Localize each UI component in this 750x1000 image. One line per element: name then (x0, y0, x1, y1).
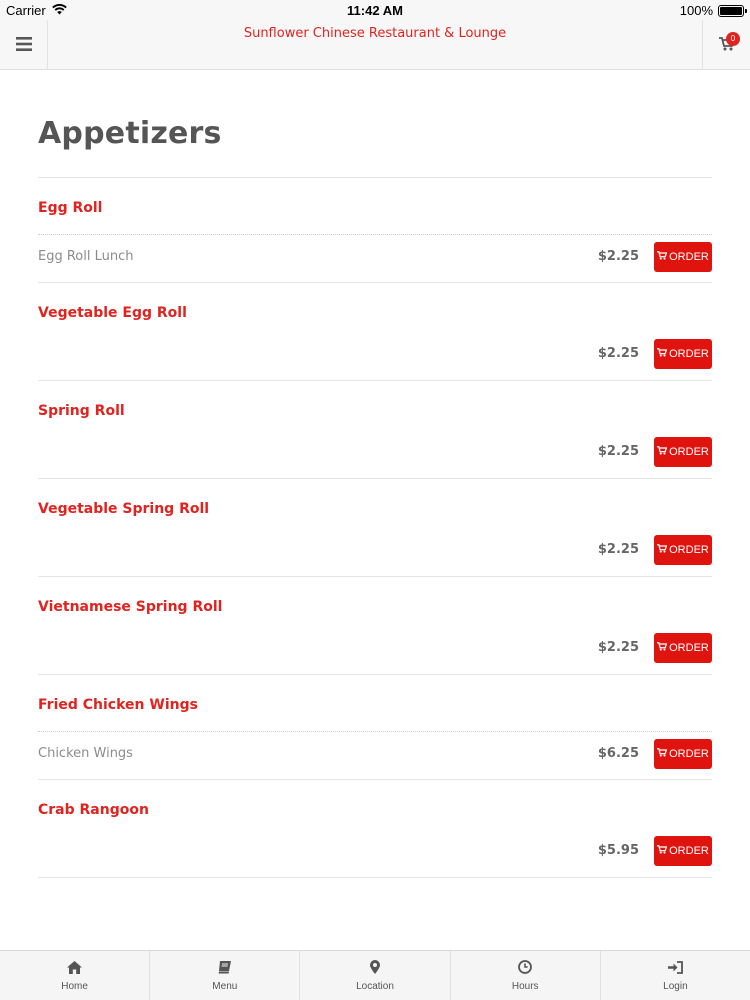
option-price: $6.25 (597, 746, 639, 761)
order-button[interactable]: ORDER (654, 339, 712, 369)
cart-icon (657, 748, 668, 760)
sign-in-icon (667, 959, 683, 978)
tab-bar: Home Menu Location Hours Login (0, 950, 750, 1000)
order-button-label: ORDER (669, 642, 709, 654)
tab-label-location: Location (356, 981, 394, 992)
cart-icon (657, 348, 668, 360)
status-time: 11:42 AM (347, 3, 403, 18)
cart-icon (657, 251, 668, 263)
order-button-label: ORDER (669, 748, 709, 760)
nav-bar: Sunflower Chinese Restaurant & Lounge 0 (0, 20, 750, 70)
order-button[interactable]: ORDER (654, 633, 712, 663)
cart-icon (657, 845, 668, 857)
option-price: $2.25 (597, 444, 639, 459)
battery-icon (718, 4, 747, 17)
battery-fill (720, 6, 742, 15)
order-button[interactable]: ORDER (654, 739, 712, 769)
tab-location[interactable]: Location (300, 951, 451, 1000)
menu-item-option-row: $2.25 ORDER (38, 430, 712, 478)
clock-icon (518, 959, 533, 978)
menu-item-option-row: $5.95 ORDER (38, 829, 712, 877)
order-button[interactable]: ORDER (654, 242, 712, 272)
option-price: $2.25 (597, 542, 639, 557)
menu-item-name[interactable]: Vegetable Egg Roll (38, 283, 712, 332)
cart-count-badge: 0 (726, 32, 740, 46)
menu-item: Spring Roll $2.25 ORDER (38, 381, 712, 479)
restaurant-title: Sunflower Chinese Restaurant & Lounge (243, 26, 507, 41)
battery-percent: 100% (679, 3, 713, 18)
option-price: $5.95 (597, 843, 639, 858)
option-price: $2.25 (597, 640, 639, 655)
tab-label-login: Login (663, 981, 688, 992)
menu-item-name[interactable]: Spring Roll (38, 381, 712, 430)
status-right: 100% (679, 3, 747, 18)
option-price: $2.25 (597, 249, 639, 264)
menu-item: Vegetable Spring Roll $2.25 ORDER (38, 479, 712, 577)
menu-item: Vegetable Egg Roll $2.25 ORDER (38, 283, 712, 381)
order-button-label: ORDER (669, 446, 709, 458)
order-button-label: ORDER (669, 251, 709, 263)
menu-item-name[interactable]: Vegetable Spring Roll (38, 479, 712, 528)
tab-home[interactable]: Home (0, 951, 151, 1000)
menu-item: Crab Rangoon $5.95 ORDER (38, 780, 712, 878)
menu-item-name[interactable]: Egg Roll (38, 178, 712, 234)
order-button[interactable]: ORDER (654, 836, 712, 866)
menu-item: Fried Chicken Wings Chicken Wings $6.25 ORD… (38, 675, 712, 780)
tab-menu[interactable]: Menu (150, 951, 301, 1000)
tab-hours[interactable]: Hours (451, 951, 601, 1000)
menu-item-option-row: $2.25 ORDER (38, 626, 712, 674)
tab-login[interactable]: Login (601, 951, 750, 1000)
order-button[interactable]: ORDER (654, 535, 712, 565)
cart-icon (657, 642, 668, 654)
order-button-label: ORDER (669, 845, 709, 857)
cart-icon (657, 544, 668, 556)
tab-label-menu: Menu (212, 981, 238, 992)
menu-item-list: Egg Roll Egg Roll Lunch $2.25 ORDER Vegetabl… (38, 178, 712, 878)
menu-item-option-row: $2.25 ORDER (38, 528, 712, 576)
menu-item: Egg Roll Egg Roll Lunch $2.25 ORDER (38, 178, 712, 283)
menu-item: Vietnamese Spring Roll $2.25 ORDER (38, 577, 712, 675)
cart-icon (657, 446, 668, 458)
tab-label-home: Home (61, 981, 88, 992)
order-button[interactable]: ORDER (654, 437, 712, 467)
section-title: Appetizers (38, 116, 222, 151)
option-name: Egg Roll Lunch (38, 249, 134, 264)
option-price: $2.25 (597, 346, 639, 361)
order-button-label: ORDER (669, 348, 709, 360)
map-pin-icon (370, 959, 380, 978)
order-button-label: ORDER (669, 544, 709, 556)
menu-item-option-row: $2.25 ORDER (38, 332, 712, 380)
menu-item-name[interactable]: Crab Rangoon (38, 780, 712, 829)
book-icon (218, 959, 232, 978)
menu-item-name[interactable]: Vietnamese Spring Roll (38, 577, 712, 626)
tab-label-hours: Hours (511, 981, 539, 992)
home-icon (67, 959, 83, 978)
menu-item-option-row: Egg Roll Lunch $2.25 ORDER (38, 234, 712, 282)
cart-button[interactable]: 0 (702, 20, 750, 70)
hamburger-icon (15, 36, 32, 55)
menu-button[interactable] (0, 20, 48, 70)
menu-item-name[interactable]: Fried Chicken Wings (38, 675, 712, 731)
menu-item-option-row: Chicken Wings $6.25 ORDER (38, 731, 712, 779)
status-bar: Carrier 11:42 AM 100% (0, 0, 750, 20)
option-name: Chicken Wings (38, 746, 133, 761)
menu-content: Appetizers Egg Roll Egg Roll Lunch $2.25 OR… (38, 70, 712, 878)
